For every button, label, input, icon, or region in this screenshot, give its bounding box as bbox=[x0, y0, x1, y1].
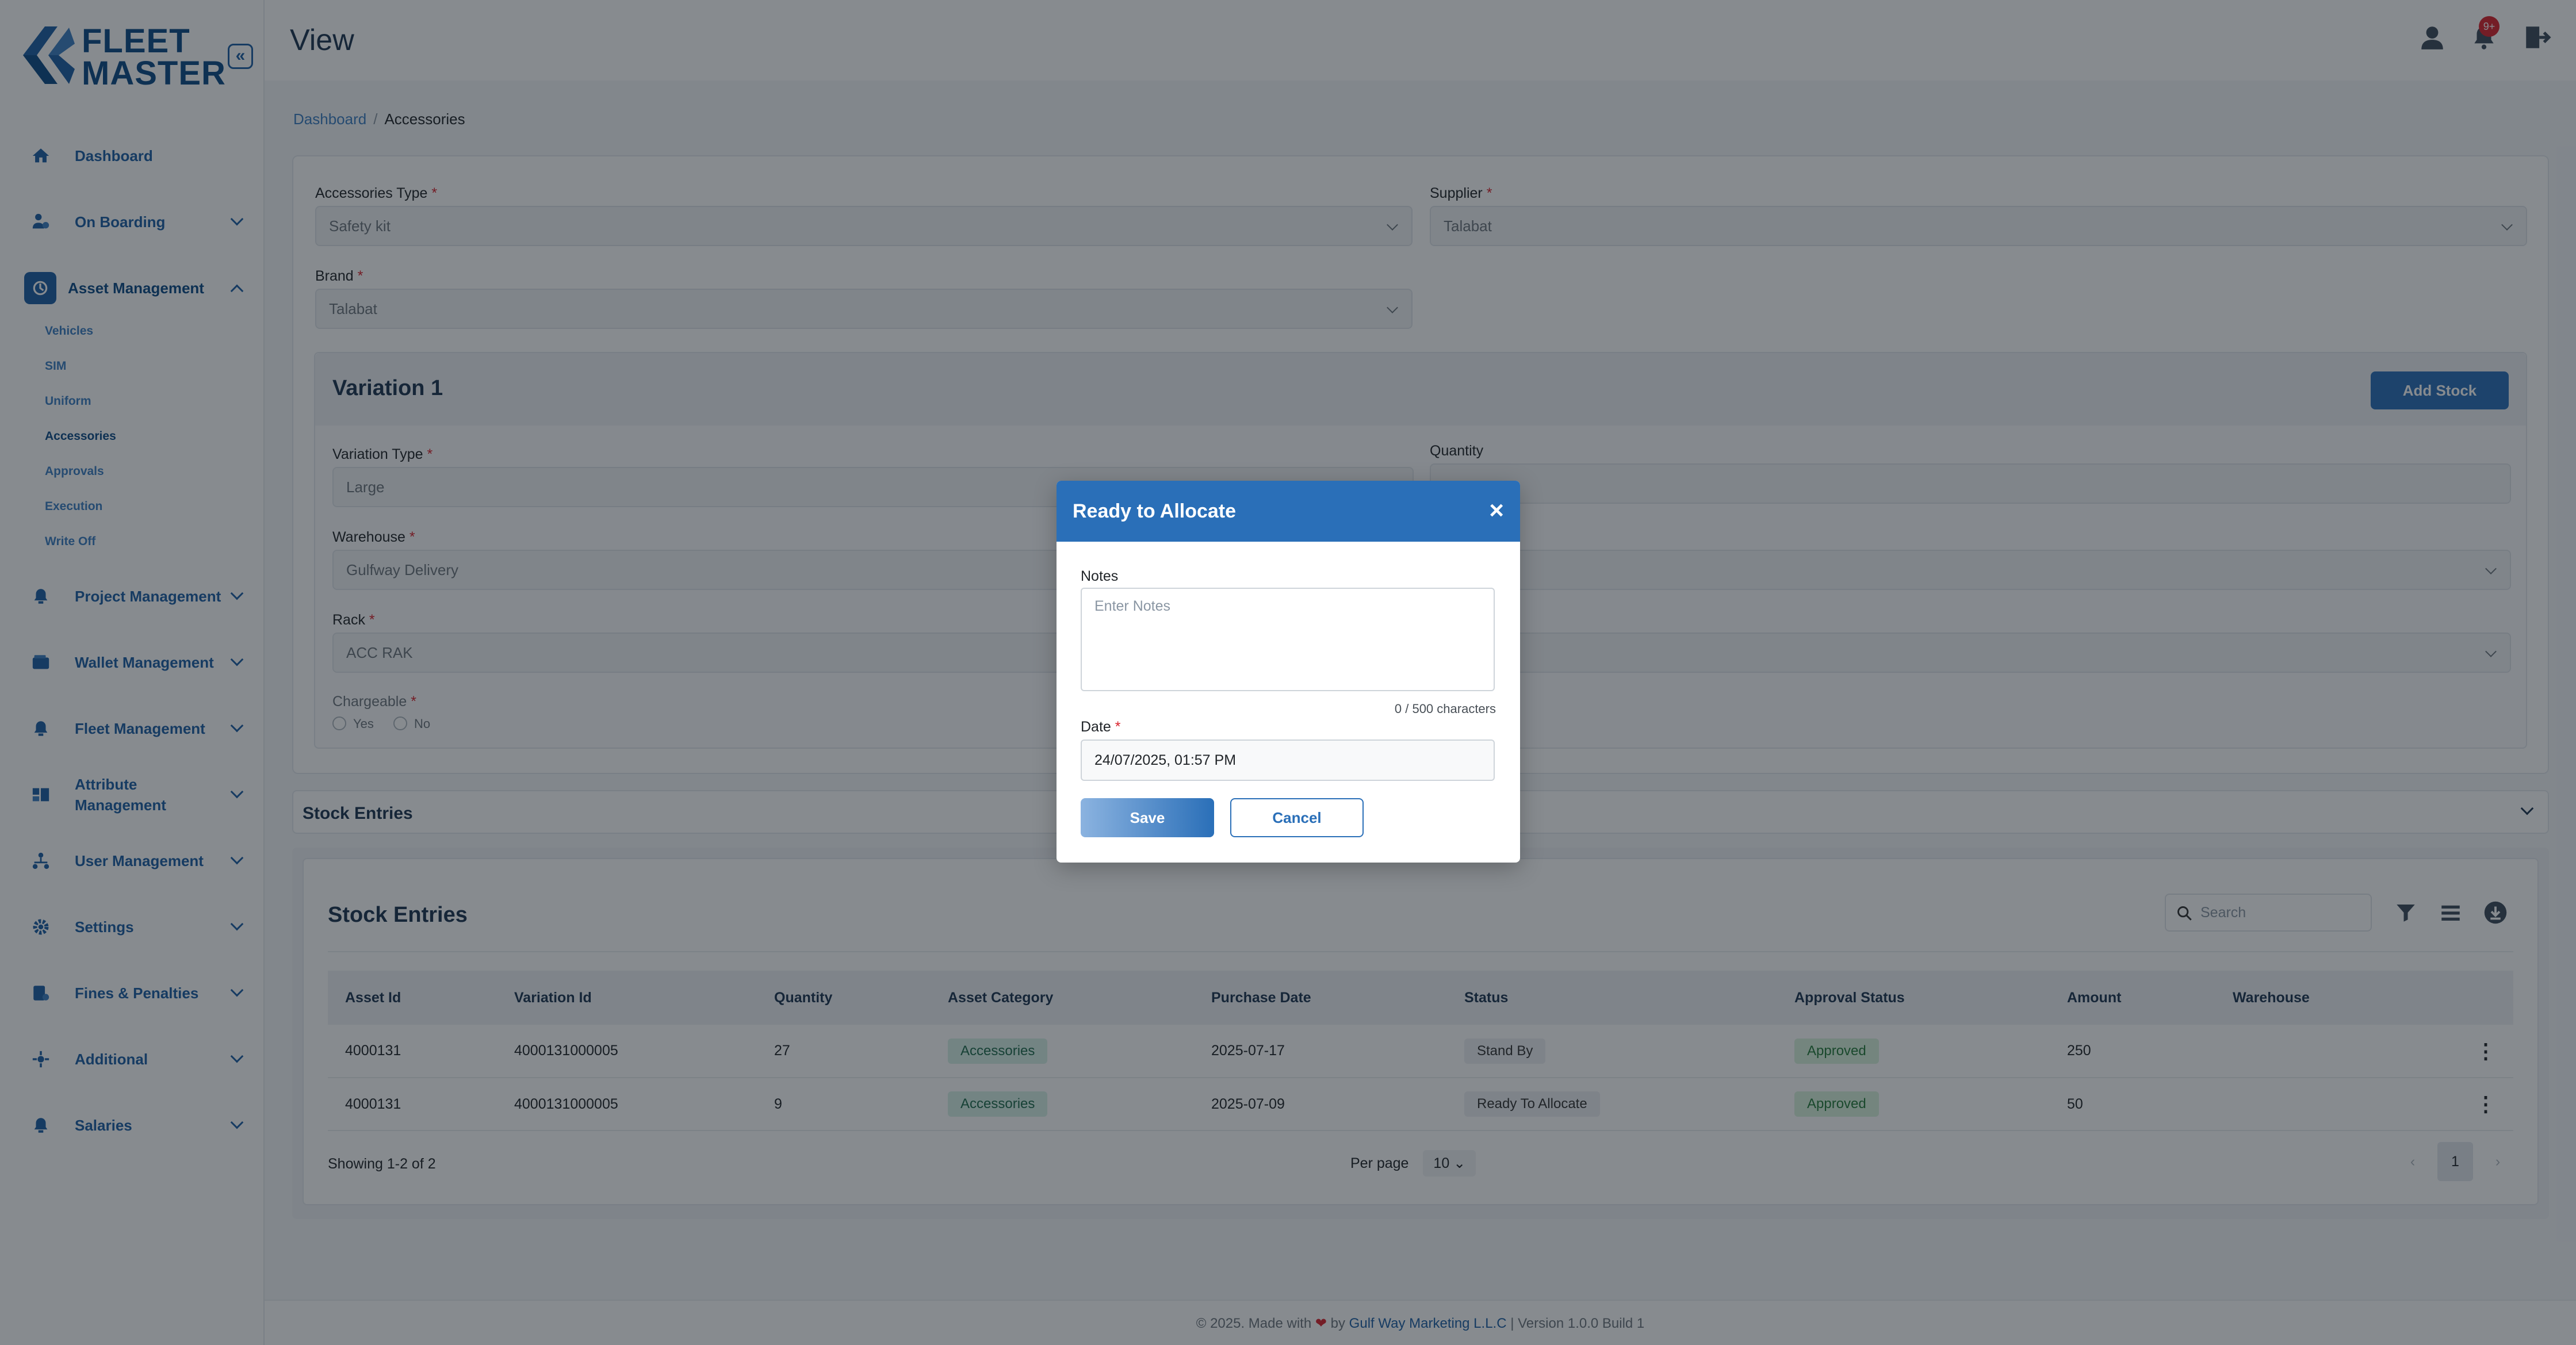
notes-textarea[interactable] bbox=[1081, 588, 1495, 691]
close-icon[interactable]: × bbox=[1489, 498, 1504, 523]
notes-char-count: 0 / 500 characters bbox=[1394, 702, 1496, 716]
modal-title: Ready to Allocate bbox=[1073, 500, 1237, 522]
ready-to-allocate-modal: Ready to Allocate × Notes 0 / 500 charac… bbox=[1057, 481, 1520, 863]
date-label: Date * bbox=[1081, 719, 1121, 735]
notes-label: Notes bbox=[1081, 568, 1119, 584]
save-button[interactable]: Save bbox=[1081, 798, 1214, 837]
date-input[interactable]: 24/07/2025, 01:57 PM bbox=[1081, 739, 1495, 781]
modal-header: Ready to Allocate × bbox=[1057, 481, 1520, 542]
cancel-button[interactable]: Cancel bbox=[1230, 798, 1364, 837]
